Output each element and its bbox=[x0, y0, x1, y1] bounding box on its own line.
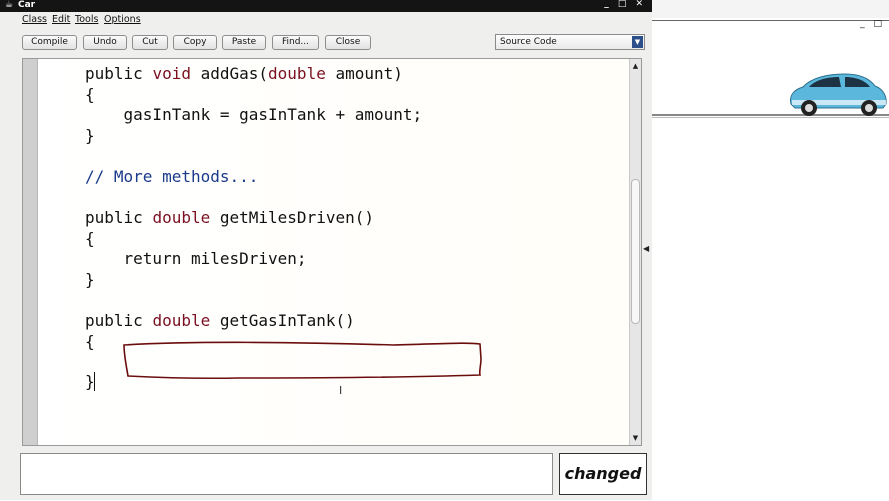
window-controls[interactable]: _ □ bbox=[860, 19, 885, 29]
class-preview-panel bbox=[652, 34, 889, 116]
class-window-title-bar: _ □ bbox=[652, 19, 889, 35]
view-select[interactable]: Source Code ▼ bbox=[495, 34, 645, 50]
close-button[interactable]: Close bbox=[325, 35, 371, 50]
code-editor[interactable]: public void addGas(double amount) { gasI… bbox=[22, 58, 642, 446]
view-select-value: Source Code bbox=[500, 37, 557, 47]
dropdown-arrow-icon[interactable]: ▼ bbox=[632, 36, 643, 48]
class-window: _ □ bbox=[652, 0, 889, 501]
window-controls[interactable]: _ □ ✕ bbox=[604, 0, 646, 9]
status-label: changed bbox=[559, 453, 647, 495]
menu-options[interactable]: Options bbox=[104, 14, 141, 25]
copy-button[interactable]: Copy bbox=[173, 35, 217, 50]
editor-window: ☕ Car _ □ ✕ Class Edit Tools Options Com… bbox=[0, 0, 652, 500]
menu-tools[interactable]: Tools bbox=[75, 14, 98, 25]
background-strip bbox=[652, 0, 889, 18]
menu-edit[interactable]: Edit bbox=[52, 14, 70, 25]
scroll-up-icon[interactable]: ▲ bbox=[630, 61, 641, 71]
undo-button[interactable]: Undo bbox=[83, 35, 127, 50]
line-gutter bbox=[23, 59, 38, 445]
i-beam-cursor-icon: I bbox=[339, 384, 343, 397]
message-area bbox=[20, 453, 553, 495]
compile-button[interactable]: Compile bbox=[22, 35, 77, 50]
code-area[interactable]: public void addGas(double amount) { gasI… bbox=[38, 59, 631, 445]
bluej-window-icon: ☕ bbox=[5, 0, 14, 10]
lower-panel bbox=[652, 117, 889, 501]
menu-bar: Class Edit Tools Options bbox=[0, 12, 652, 27]
menu-class[interactable]: Class bbox=[22, 14, 47, 25]
hand-drawn-box-annotation bbox=[123, 341, 482, 380]
toolbar: Compile Undo Cut Copy Paste Find... Clos… bbox=[0, 28, 652, 58]
splitter[interactable]: ◀ bbox=[642, 58, 652, 446]
cut-button[interactable]: Cut bbox=[132, 35, 168, 50]
title-bar: ☕ Car _ □ ✕ bbox=[0, 0, 652, 12]
window-title: Car bbox=[18, 0, 36, 10]
scroll-down-icon[interactable]: ▼ bbox=[630, 433, 641, 443]
scroll-thumb[interactable] bbox=[631, 179, 640, 324]
find-button[interactable]: Find... bbox=[272, 35, 319, 50]
car-image bbox=[790, 73, 887, 116]
vertical-scrollbar[interactable]: ▲ ▼ bbox=[629, 59, 641, 445]
paste-button[interactable]: Paste bbox=[222, 35, 266, 50]
collapse-arrow-icon[interactable]: ◀ bbox=[643, 244, 649, 253]
